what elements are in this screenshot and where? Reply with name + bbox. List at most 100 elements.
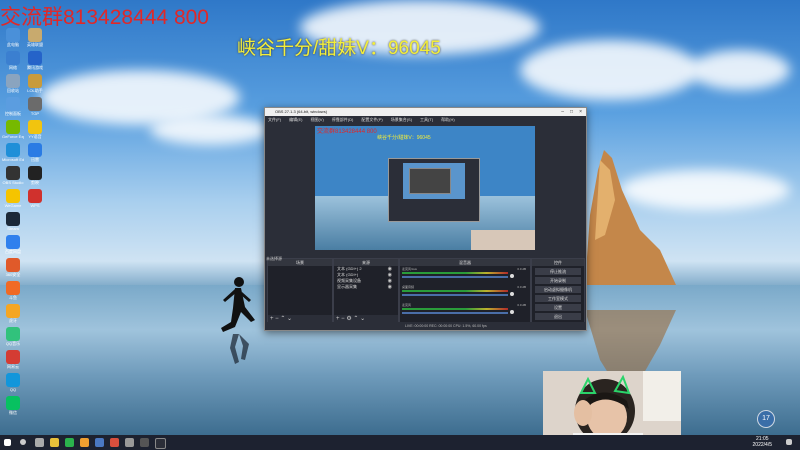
obs-menu-item[interactable]: 停靠部件(D) [332,117,354,122]
desktop-icon[interactable]: 回收站 [2,74,24,93]
taskbar-app-icon[interactable] [95,438,104,447]
desktop-icon[interactable]: 斗鱼 [2,281,24,300]
desktop-icon[interactable]: 迅雷 [24,143,46,162]
speaker-icon[interactable] [510,292,514,296]
desktop-icon-label: 斗鱼 [9,295,17,300]
source-name: 视频采集设备 [337,278,361,283]
audio-level-meter [402,290,508,292]
desktop-icon[interactable]: 百度网盘 [2,235,24,254]
desktop-icon[interactable]: 虎牙 [2,304,24,323]
obs-menu-item[interactable]: 文件(F) [268,117,281,122]
obs-menu-item[interactable]: 场景集合(S) [391,117,412,122]
control-button[interactable]: 设置 [535,304,581,311]
taskbar-app-icon[interactable] [140,438,149,447]
mixer-header: 混音器 [400,259,530,266]
desktop-icon[interactable]: LOL助手 [24,74,46,93]
desktop-icon[interactable]: Steam [2,212,24,231]
desktop-icon-label: GeForce Experience [2,134,24,139]
desktop-icon[interactable]: 剪映 [24,166,46,185]
desktop-icon[interactable]: 网络 [2,51,24,70]
taskbar-app-icon[interactable] [65,438,74,447]
desktop-icon[interactable]: 微信 [2,396,24,415]
desktop-icon[interactable]: QQ [2,373,24,392]
obs-menu-item[interactable]: 帮助(H) [441,117,455,122]
desktop-app-icon [28,120,42,134]
taskbar-app-icon[interactable] [110,438,119,447]
speaker-icon[interactable] [510,274,514,278]
desktop-icon[interactable]: QQ音乐 [2,327,24,346]
minimize-icon[interactable]: – [561,108,564,116]
desktop-icon-label: 虎牙 [9,318,17,323]
sources-dock[interactable]: 来源 文本 (GDI+) 2 ◉ 文本 (GDI+) ◉ 视频采集设备 ◉ 显示器采集 ◉ +… [333,258,399,324]
search-icon[interactable] [20,439,26,445]
source-name: 显示器采集 [337,284,357,289]
desktop-icon-label: 腾讯游戏 [27,65,43,70]
volume-slider[interactable] [402,312,508,314]
desktop-icon[interactable]: WPS [24,189,46,208]
desktop-icon-label: 控制面板 [5,111,21,116]
obs-menu-item[interactable]: 配置文件(P) [361,117,382,122]
audio-level-meter [402,308,508,310]
notification-icon[interactable] [786,439,792,445]
speaker-icon[interactable] [510,310,514,314]
desktop-app-icon [28,143,42,157]
desktop-icon-label: Steam [7,226,19,231]
desktop-icon[interactable]: TGP [24,97,46,116]
task-view-icon[interactable] [35,438,44,447]
desktop-app-icon [28,189,42,203]
volume-slider[interactable] [402,276,508,278]
obs-taskbar-icon[interactable] [155,438,166,449]
taskbar-app-icon[interactable] [80,438,89,447]
taskbar-app-icon[interactable] [50,438,59,447]
controls-dock[interactable]: 控件 停止推流开始录制启动虚拟摄像机 工作室模式设置退出 [531,258,585,324]
mixer-channel-db: 0.0 dB [517,267,526,271]
desktop-icon-label: YY语音 [28,134,42,139]
mixer-channel-name: 麦克风 [402,303,412,307]
windows-start-icon[interactable] [4,439,11,446]
obs-status-bar: LIVE: 00:00:00 REC: 00:00:00 CPU: 1.5%, … [265,322,586,330]
desktop-icon-label: WPS [30,203,40,208]
obs-title-bar[interactable]: OBS 27.1.3 (64-bit, windows) – □ × [265,108,586,116]
control-button[interactable]: 启动虚拟摄像机 [535,286,581,293]
volume-slider[interactable] [402,294,508,296]
obs-preview[interactable]: 交流群813428444 800 峡谷千分/甜妹V：96045 [315,126,535,250]
desktop-icon[interactable]: 网易云 [2,350,24,369]
desktop-icon[interactable]: 360安全 [2,258,24,277]
desktop-icon[interactable]: WeGame [2,189,24,208]
desktop-icon[interactable]: 腾讯游戏 [24,51,46,70]
close-icon[interactable]: × [579,108,582,116]
desktop-icon[interactable]: Microsoft Edge [2,143,24,162]
taskbar-app-icon[interactable] [125,438,134,447]
maximize-icon[interactable]: □ [570,108,573,116]
desktop-icon-label: 回收站 [7,88,19,93]
taskbar-clock[interactable]: 21:05 2022/4/5 [753,436,772,448]
controls-header: 控件 [532,259,584,266]
control-button[interactable]: 工作室模式 [535,295,581,302]
desktop-icon[interactable]: 控制面板 [2,97,24,116]
scenes-dock[interactable]: 场景 + − ⌃ ⌄ [267,258,333,324]
source-item[interactable]: 显示器采集 ◉ [334,284,398,290]
taskbar: 21:05 2022/4/5 [0,435,800,450]
desktop-app-icon [6,120,20,134]
desktop-icon[interactable]: GeForce Experience [2,120,24,139]
obs-menu-item[interactable]: 视图(V) [310,117,323,122]
desktop-icon-label: TGP [30,111,40,116]
control-button[interactable]: 退出 [535,313,581,320]
desktop-app-icon [6,51,20,65]
preview-qq-text: 交流群813428444 800 [317,129,377,135]
desktop-icon[interactable]: YY语音 [24,120,46,139]
desktop-icon-label: QQ音乐 [5,341,21,346]
control-button[interactable]: 开始录制 [535,277,581,284]
obs-menu-item[interactable]: 编辑(E) [289,117,302,122]
obs-title-text: OBS 27.1.3 (64-bit, windows) [275,109,328,114]
mixer-dock[interactable]: 混音器 麦克风/Aux 0.0 dB 桌面音频 0.0 dB 麦克风 0.0 dB [399,258,531,324]
visibility-eye-icon[interactable]: ◉ [388,284,392,290]
control-button[interactable]: 停止推流 [535,268,581,275]
tray-badge[interactable]: 17 [757,410,775,428]
desktop-icon-label: LOL助手 [27,88,43,93]
desktop-app-icon [6,373,20,387]
obs-menu-item[interactable]: 工具(T) [420,117,433,122]
obs-window[interactable]: OBS 27.1.3 (64-bit, windows) – □ × 文件(F)… [264,107,587,331]
desktop-icon[interactable]: OBS Studio [2,166,24,185]
desktop-icon-label: 迅雷 [31,157,39,162]
